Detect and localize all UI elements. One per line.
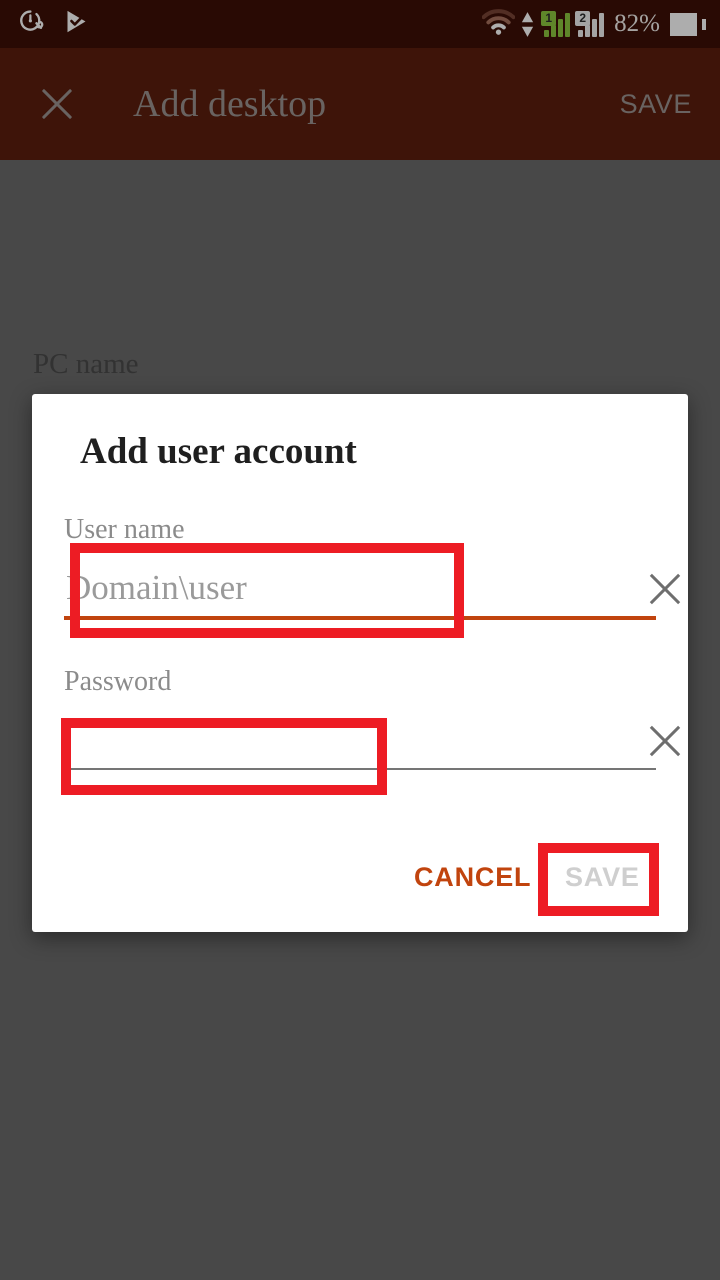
dialog-save-button[interactable]: SAVE <box>565 862 640 893</box>
page-title: Add desktop <box>133 83 327 125</box>
user-name-clear-icon[interactable] <box>642 566 688 612</box>
user-name-placeholder: Domain\user <box>66 568 247 607</box>
status-bar-right-icons: 1 2 82% <box>481 8 706 40</box>
battery-icon <box>670 12 706 36</box>
battery-percent-label: 82% <box>614 10 660 37</box>
sim2-badge: 2 <box>575 11 591 26</box>
app-bar: Add desktop SAVE <box>0 48 720 160</box>
user-name-underline <box>64 616 656 620</box>
status-bar-left-icons <box>18 8 90 40</box>
password-input[interactable] <box>64 714 681 772</box>
dialog-user-name-label: User name <box>64 514 185 545</box>
wifi-icon <box>481 8 516 40</box>
close-icon[interactable] <box>34 81 80 127</box>
add-user-account-dialog: Add user account User name Domain\user P… <box>32 394 688 932</box>
speedometer-wrench-icon <box>18 8 45 40</box>
sim1-signal-icon: 1 <box>541 11 571 37</box>
user-name-input[interactable]: Domain\user <box>64 562 681 620</box>
header-save-button[interactable]: SAVE <box>620 89 692 120</box>
status-bar: 1 2 82% <box>0 0 720 48</box>
play-check-icon <box>63 8 90 40</box>
sim1-badge: 1 <box>541 11 557 26</box>
phone-screen: 1 2 82% Add desktop SAVE PC name Add use… <box>0 0 720 1280</box>
cancel-button[interactable]: CANCEL <box>414 862 531 893</box>
sim2-signal-icon: 2 <box>575 11 605 37</box>
password-clear-icon[interactable] <box>642 718 688 764</box>
pc-name-label: PC name <box>33 348 139 380</box>
dialog-title: Add user account <box>80 431 357 472</box>
dialog-password-label: Password <box>64 666 172 697</box>
up-down-arrows-icon <box>521 11 534 37</box>
password-underline <box>64 768 656 770</box>
